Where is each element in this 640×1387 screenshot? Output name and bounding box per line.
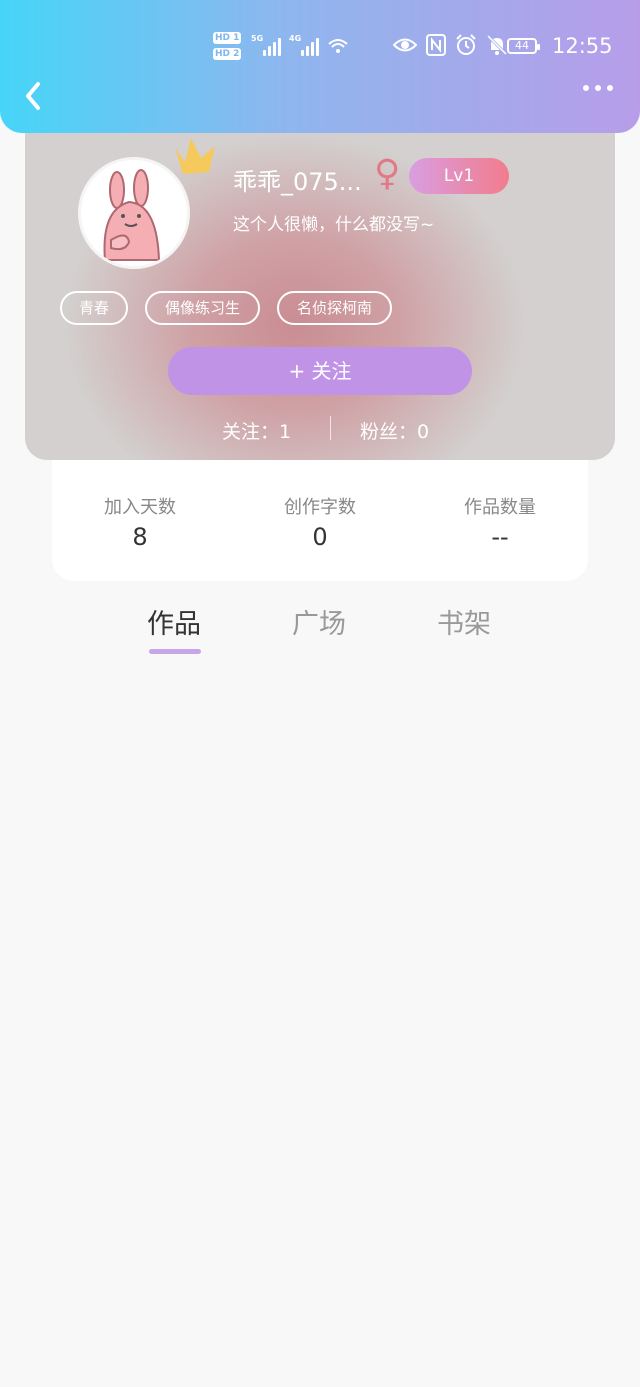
interest-tag[interactable]: 偶像练习生	[145, 291, 260, 325]
nfc-icon	[426, 34, 446, 62]
status-icons	[392, 34, 508, 62]
alarm-icon	[455, 34, 477, 62]
network-4g-label: 4G	[289, 34, 302, 43]
tab-works[interactable]: 作品	[147, 602, 201, 641]
eye-icon	[392, 34, 418, 62]
fans-count[interactable]: 粉丝：0	[360, 417, 429, 444]
clock: 12:55	[552, 34, 613, 58]
user-bio: 这个人很懒，什么都没写~	[233, 215, 435, 235]
network-5g-label: 5G	[251, 34, 264, 43]
signal-icon-1	[263, 36, 281, 56]
user-name: 乖乖_075...	[233, 168, 362, 196]
stat-value: 8	[132, 523, 148, 551]
tab-square[interactable]: 广场	[292, 602, 346, 641]
signal-icon-2	[301, 36, 319, 56]
stat-value: 0	[312, 523, 328, 551]
stat-works-count: 作品数量 --	[420, 493, 580, 551]
interest-tag[interactable]: 名侦探柯南	[277, 291, 392, 325]
stat-word-count: 创作字数 0	[240, 493, 400, 551]
stat-label: 作品数量	[464, 497, 536, 518]
following-count[interactable]: 关注：1	[222, 417, 291, 444]
tab-bookshelf[interactable]: 书架	[437, 602, 491, 641]
sim2-badge: HD 2	[213, 48, 242, 60]
stats-panel: 加入天数 8 创作字数 0 作品数量 --	[52, 445, 588, 581]
more-options-icon[interactable]	[583, 85, 613, 91]
tab-indicator	[149, 649, 201, 654]
header-bar: HD 1 HD 2 5G 4G 44 12:55	[0, 0, 640, 133]
profile-card: 乖乖_075... ♀ Lv1 这个人很懒，什么都没写~ 青春 偶像练习生 名侦…	[25, 110, 615, 460]
back-arrow-icon[interactable]	[22, 80, 44, 117]
follow-button[interactable]: + 关注	[168, 347, 472, 395]
counts-divider	[330, 416, 331, 440]
stat-join-days: 加入天数 8	[60, 493, 220, 551]
stat-label: 加入天数	[104, 497, 176, 518]
wifi-icon	[328, 38, 348, 58]
crown-icon	[171, 132, 221, 182]
stat-label: 创作字数	[284, 497, 356, 518]
interest-tag[interactable]: 青春	[60, 291, 128, 325]
sim1-badge: HD 1	[213, 32, 242, 44]
sim-indicators: HD 1 HD 2	[213, 30, 242, 62]
status-bar: HD 1 HD 2 5G 4G 44 12:55	[0, 0, 640, 96]
level-badge: Lv1	[409, 158, 509, 194]
battery-icon: 44	[507, 38, 540, 54]
mute-bell-icon	[486, 34, 508, 62]
female-gender-icon: ♀	[374, 153, 401, 194]
stat-value: --	[491, 523, 509, 551]
